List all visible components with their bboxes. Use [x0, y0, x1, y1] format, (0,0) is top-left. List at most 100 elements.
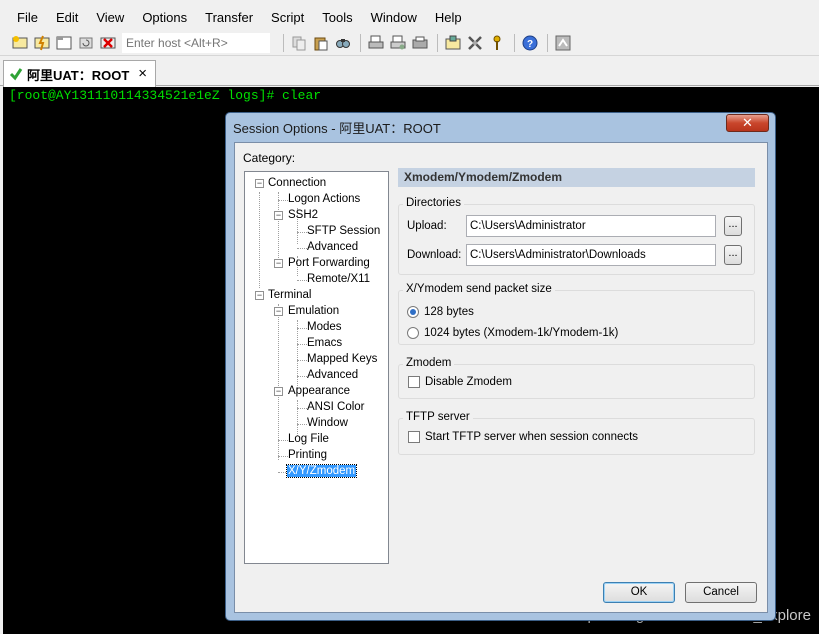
tree-item-sftp-session[interactable]: SFTP Session	[307, 223, 380, 239]
directories-group-title: Directories	[403, 197, 464, 209]
upload-label: Upload:	[407, 220, 447, 232]
radio-128-bytes[interactable]: 128 bytes	[407, 306, 474, 318]
tftp-group: TFTP server Start TFTP server when sessi…	[398, 411, 755, 455]
tree-item-terminal[interactable]: Terminal	[268, 287, 311, 303]
menu-transfer[interactable]: Transfer	[196, 7, 262, 29]
menu-options[interactable]: Options	[133, 7, 196, 29]
menu-script[interactable]: Script	[262, 7, 313, 29]
global-options-icon[interactable]	[465, 33, 485, 53]
find-icon[interactable]	[333, 33, 353, 53]
tree-item-xyzmodem[interactable]: X/Y/Zmodem	[285, 463, 358, 479]
upload-directory-input[interactable]	[466, 215, 716, 237]
menu-tools[interactable]: Tools	[313, 7, 361, 29]
session-options-dialog: Session Options - 阿里UAT：ROOT ✕ Category:	[225, 112, 776, 621]
tree-item-ansi-color[interactable]: ANSI Color	[307, 399, 365, 415]
download-label: Download:	[407, 249, 462, 261]
radio-128-label: 128 bytes	[424, 306, 474, 318]
reconnect-icon[interactable]	[76, 33, 96, 53]
sftp-icon[interactable]	[553, 33, 573, 53]
session-tab-bar: 阿里UAT：ROOT ×	[0, 57, 819, 87]
radio-1024-indicator[interactable]	[407, 327, 419, 339]
toolbar-separator	[283, 33, 284, 52]
category-tree[interactable]: − − − − − − Connection Logon Actions SSH…	[244, 171, 389, 564]
toolbar-separator	[547, 33, 548, 52]
directories-group: Directories Upload: ... Download: ...	[398, 197, 755, 275]
quick-connect-input[interactable]	[122, 32, 270, 53]
tree-item-emacs[interactable]: Emacs	[307, 335, 342, 351]
connect-icon[interactable]	[10, 33, 30, 53]
cancel-button[interactable]: Cancel	[685, 582, 757, 603]
tree-item-logon-actions[interactable]: Logon Actions	[288, 191, 360, 207]
tftp-group-title: TFTP server	[403, 411, 473, 423]
connect-in-tab-icon[interactable]	[54, 33, 74, 53]
ok-button[interactable]: OK	[603, 582, 675, 603]
tab-close-icon[interactable]: ×	[138, 65, 147, 82]
print-screen-icon[interactable]	[410, 33, 430, 53]
tree-item-ssh2-advanced[interactable]: Advanced	[307, 239, 358, 255]
panel-title: Xmodem/Ymodem/Zmodem	[398, 168, 755, 187]
start-tftp-label: Start TFTP server when session connects	[425, 431, 639, 443]
category-label: Category:	[243, 151, 296, 165]
tree-item-port-forwarding[interactable]: Port Forwarding	[288, 255, 370, 271]
radio-1024-bytes[interactable]: 1024 bytes (Xmodem-1k/Ymodem-1k)	[407, 327, 618, 339]
tree-item-emulation[interactable]: Emulation	[288, 303, 339, 319]
tree-item-printing[interactable]: Printing	[288, 447, 327, 463]
menu-edit[interactable]: Edit	[47, 7, 87, 29]
terminal-line: [root@AY131110114334521e1eZ logs]# clear	[9, 88, 322, 103]
tree-item-mapped-keys[interactable]: Mapped Keys	[307, 351, 377, 367]
print-icon[interactable]	[366, 33, 386, 53]
disable-zmodem-checkbox[interactable]: Disable Zmodem	[408, 376, 512, 388]
download-directory-input[interactable]	[466, 244, 716, 266]
packet-size-group-title: X/Ymodem send packet size	[403, 283, 555, 295]
tree-item-log-file[interactable]: Log File	[288, 431, 329, 447]
tree-collapse-icon[interactable]: −	[255, 291, 264, 300]
toolbar-separator	[360, 33, 361, 52]
quick-connect-icon[interactable]	[32, 33, 52, 53]
dialog-body: Category: − − − − − − Connection Logon A…	[234, 142, 768, 613]
dialog-close-button[interactable]: ✕	[726, 114, 769, 132]
tree-item-ssh2[interactable]: SSH2	[288, 207, 318, 223]
packet-size-group: X/Ymodem send packet size 128 bytes 1024…	[398, 283, 755, 345]
radio-1024-label: 1024 bytes (Xmodem-1k/Ymodem-1k)	[424, 327, 619, 339]
disable-zmodem-box[interactable]	[408, 376, 420, 388]
print-setup-icon[interactable]	[388, 33, 408, 53]
disconnect-icon[interactable]	[98, 33, 118, 53]
tree-collapse-icon[interactable]: −	[274, 259, 283, 268]
copy-icon[interactable]	[289, 33, 309, 53]
zmodem-group: Zmodem Disable Zmodem	[398, 357, 755, 399]
menu-bar: File Edit View Options Transfer Script T…	[0, 6, 819, 30]
keymap-icon[interactable]	[487, 33, 507, 53]
session-tab-label: 阿里UAT：ROOT	[27, 67, 130, 83]
tree-item-modes[interactable]: Modes	[307, 319, 342, 335]
help-icon[interactable]: ?	[520, 33, 540, 53]
disable-zmodem-label: Disable Zmodem	[425, 376, 512, 388]
toolbar: ?	[0, 30, 819, 56]
menu-help[interactable]: Help	[426, 7, 471, 29]
start-tftp-checkbox[interactable]: Start TFTP server when session connects	[408, 431, 638, 443]
start-tftp-box[interactable]	[408, 431, 420, 443]
svg-text:?: ?	[527, 39, 533, 50]
upload-browse-button[interactable]: ...	[724, 216, 742, 236]
paste-icon[interactable]	[311, 33, 331, 53]
menu-file[interactable]: File	[8, 7, 47, 29]
tree-item-emulation-advanced[interactable]: Advanced	[307, 367, 358, 383]
checkmark-icon	[9, 68, 23, 81]
menu-window[interactable]: Window	[362, 7, 426, 29]
tree-collapse-icon[interactable]: −	[274, 387, 283, 396]
tree-collapse-icon[interactable]: −	[274, 211, 283, 220]
download-browse-button[interactable]: ...	[724, 245, 742, 265]
zmodem-group-title: Zmodem	[403, 357, 455, 369]
dialog-title: Session Options - 阿里UAT：ROOT	[233, 121, 441, 136]
tree-item-window[interactable]: Window	[307, 415, 348, 431]
tree-item-appearance[interactable]: Appearance	[288, 383, 350, 399]
tree-collapse-icon[interactable]: −	[255, 179, 264, 188]
menu-view[interactable]: View	[87, 7, 133, 29]
session-tab[interactable]: 阿里UAT：ROOT ×	[3, 60, 156, 87]
toolbar-separator	[514, 33, 515, 52]
tree-collapse-icon[interactable]: −	[274, 307, 283, 316]
session-options-icon[interactable]	[443, 33, 463, 53]
radio-128-indicator[interactable]	[407, 306, 419, 318]
tree-item-remote-x11[interactable]: Remote/X11	[307, 271, 370, 287]
toolbar-separator	[437, 33, 438, 52]
tree-item-connection[interactable]: Connection	[268, 175, 326, 191]
